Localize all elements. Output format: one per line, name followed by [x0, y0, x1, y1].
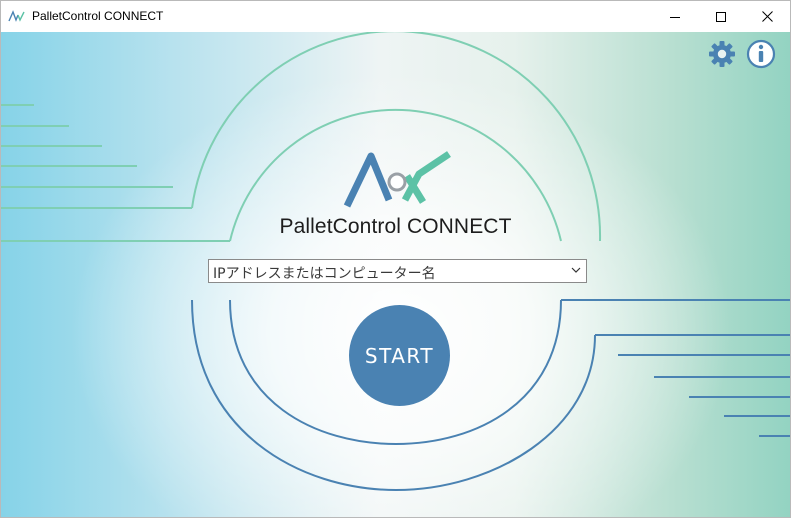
info-icon	[746, 39, 776, 69]
maximize-button[interactable]	[698, 1, 744, 32]
close-icon	[761, 11, 773, 22]
main-content: PalletControl CONNECT IPアドレスまたはコンピューター名 …	[1, 32, 790, 517]
start-button-label: START	[364, 343, 435, 368]
close-button[interactable]	[744, 1, 790, 32]
minimize-icon	[670, 16, 680, 18]
window-title: PalletControl CONNECT	[32, 9, 164, 23]
chevron-down-icon	[571, 267, 581, 273]
app-window: PalletControl CONNECT PalletControl CONN…	[0, 0, 791, 518]
app-logo-icon	[8, 10, 25, 22]
minimize-button[interactable]	[652, 1, 698, 32]
title-bar[interactable]: PalletControl CONNECT	[1, 1, 790, 32]
settings-button[interactable]	[707, 39, 737, 69]
gear-icon	[709, 41, 735, 67]
start-button[interactable]: START	[349, 305, 450, 406]
host-select-dropdown[interactable]: IPアドレスまたはコンピューター名	[208, 259, 587, 283]
brand-logo-icon	[343, 151, 451, 208]
brand-title: PalletControl CONNECT	[279, 215, 512, 238]
info-button[interactable]	[745, 38, 777, 70]
host-select-placeholder: IPアドレスまたはコンピューター名	[213, 266, 436, 282]
maximize-icon	[716, 11, 726, 22]
